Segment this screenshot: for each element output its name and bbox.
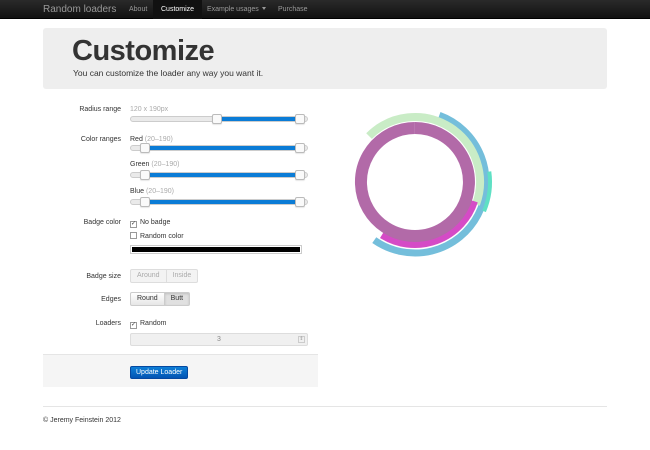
hero-unit: Customize You can customize the loader a… <box>43 28 607 89</box>
slider-max-handle[interactable] <box>294 143 305 153</box>
random-loaders-checkbox[interactable]: ✓ <box>130 322 137 329</box>
red-range: (20–190) <box>144 136 173 143</box>
no-badge-checkbox[interactable]: ✓ <box>130 221 137 228</box>
form-actions: Update Loader <box>43 354 318 387</box>
slider-min-handle[interactable] <box>140 170 151 180</box>
random-color-label: Random color <box>140 233 184 240</box>
edges-butt-button[interactable]: Butt <box>164 292 191 306</box>
nav-customize[interactable]: Customize <box>153 0 203 19</box>
red-label: Red <box>130 136 143 143</box>
blue-range-label: Blue (20–190) <box>130 187 174 197</box>
red-range-label: Red (20–190) <box>130 135 173 145</box>
edges-round-button[interactable]: Round <box>130 292 165 306</box>
random-color-option[interactable]: Random color <box>130 232 184 242</box>
loader-ring-purple <box>354 122 475 242</box>
page-title: Customize <box>72 35 215 67</box>
nav-example-usages-label: Example usages <box>207 6 259 13</box>
footer-copyright: © Jeremy Feinstein 2012 <box>43 417 121 424</box>
random-loaders-label: Random <box>140 320 167 327</box>
brand-link[interactable]: Random loaders <box>43 3 116 16</box>
slider-min-handle[interactable] <box>212 114 223 124</box>
blue-label: Blue <box>130 188 145 195</box>
slider-fill <box>145 200 300 204</box>
badge-size-group: Around Inside <box>130 269 199 283</box>
caret-down-icon <box>261 7 266 10</box>
green-range: (20–190) <box>151 161 180 168</box>
edges-label: Edges <box>101 296 121 303</box>
radius-range-label: Radius range <box>79 106 121 113</box>
slider-min-handle[interactable] <box>140 143 151 153</box>
nav-about[interactable]: About <box>121 0 155 19</box>
color-ranges-label: Color ranges <box>80 136 121 143</box>
page-subtitle: You can customize the loader any way you… <box>73 68 264 78</box>
footer-divider <box>43 406 607 407</box>
no-badge-label: No badge <box>140 219 171 226</box>
radius-range-value: 120 x 190px <box>130 106 169 113</box>
slider-max-handle[interactable] <box>294 197 305 207</box>
loader-preview <box>354 111 492 257</box>
edges-group: Round Butt <box>130 292 191 306</box>
slider-max-handle[interactable] <box>294 170 305 180</box>
badge-size-label: Badge size <box>86 273 121 280</box>
slider-fill <box>217 117 300 121</box>
slider-fill <box>145 146 300 150</box>
badge-color-fill <box>132 247 300 252</box>
green-range-slider[interactable] <box>130 170 308 180</box>
blue-range: (20–190) <box>145 188 174 195</box>
nav-purchase[interactable]: Purchase <box>270 0 316 19</box>
loaders-count-value: 3 <box>217 336 221 343</box>
slider-fill <box>145 173 300 177</box>
stepper-arrows-icon[interactable]: ⇕ <box>298 336 305 343</box>
random-loaders-option[interactable]: ✓ Random <box>130 319 166 329</box>
badge-color-swatch[interactable] <box>130 245 302 254</box>
green-label: Green <box>130 161 150 168</box>
badge-size-around-button[interactable]: Around <box>130 269 167 283</box>
loaders-label: Loaders <box>95 320 121 327</box>
badge-size-inside-button[interactable]: Inside <box>166 269 199 283</box>
random-color-checkbox[interactable] <box>130 232 137 239</box>
badge-color-label: Badge color <box>83 219 121 226</box>
blue-range-slider[interactable] <box>130 197 308 207</box>
nav-example-usages[interactable]: Example usages <box>199 0 274 19</box>
navbar: Random loaders About Customize Example u… <box>0 0 650 19</box>
loaders-count-stepper[interactable]: 3 ⇕ <box>130 333 308 346</box>
slider-max-handle[interactable] <box>294 114 305 124</box>
update-loader-button[interactable]: Update Loader <box>130 366 189 379</box>
radius-range-slider[interactable] <box>130 114 308 124</box>
no-badge-option[interactable]: ✓ No badge <box>130 218 170 228</box>
green-range-label: Green (20–190) <box>130 160 179 170</box>
slider-min-handle[interactable] <box>140 197 151 207</box>
red-range-slider[interactable] <box>130 143 308 153</box>
